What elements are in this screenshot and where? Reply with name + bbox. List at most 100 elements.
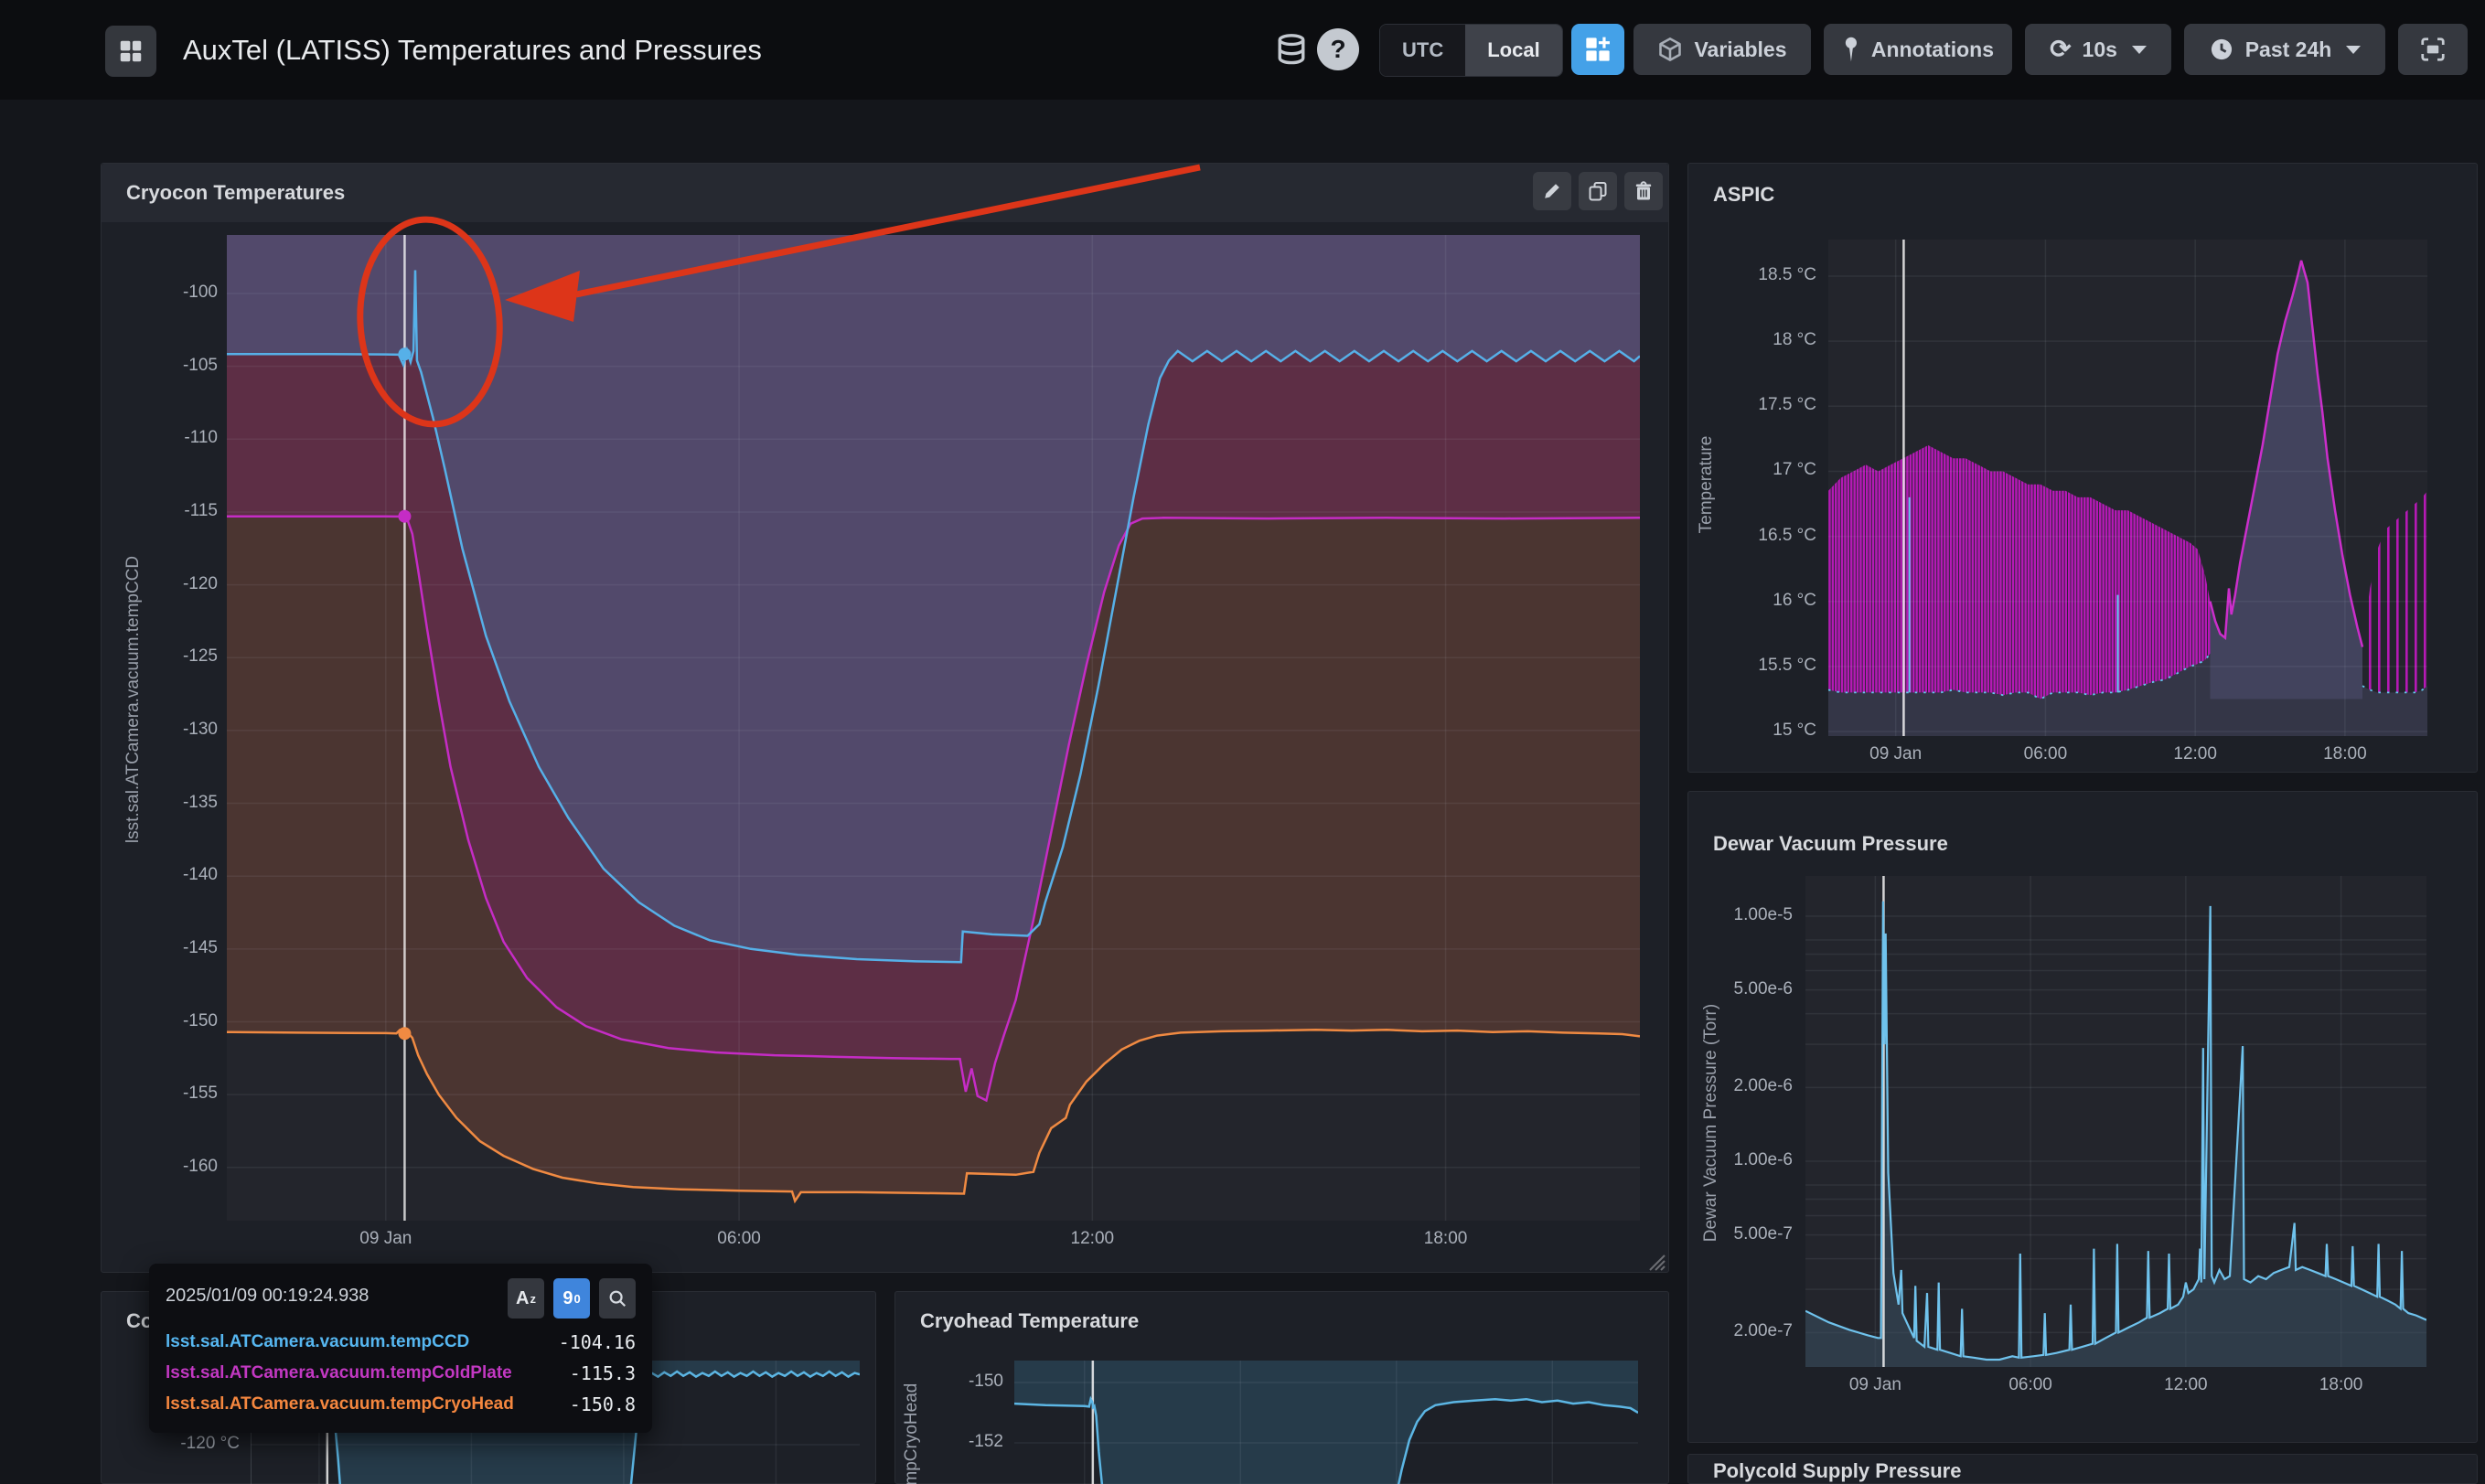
cryocon-y-tick: -150 — [137, 1011, 218, 1031]
copy-icon — [1587, 180, 1609, 202]
cryocon-y-tick: -135 — [137, 793, 218, 813]
tooltip-series-label: lsst.sal.ATCamera.vacuum.tempColdPlate — [166, 1363, 512, 1383]
time-range-button[interactable]: Past 24h — [2184, 24, 2385, 75]
aspic-y-tick: 15.5 °C — [1725, 656, 1816, 676]
dewar-chart[interactable] — [1805, 876, 2426, 1367]
panel-title-polycold[interactable]: Polycold Supply Pressure — [1713, 1459, 1961, 1483]
panel-resize-handle[interactable] — [1644, 1249, 1666, 1276]
cryocon-x-tick: 18:00 — [1391, 1229, 1501, 1249]
top-navigation-bar: AuxTel (LATISS) Temperatures and Pressur… — [0, 0, 2485, 100]
cryocon-y-tick: -120 — [137, 574, 218, 594]
dewar-y-tick: 1.00e-5 — [1692, 905, 1793, 925]
cryocon-y-tick: -110 — [137, 428, 218, 448]
variables-button[interactable]: Variables — [1633, 24, 1811, 75]
cryocon-y-tick: -100 — [137, 283, 218, 303]
search-icon — [607, 1288, 627, 1308]
cryocon-y-tick: -155 — [137, 1084, 218, 1104]
aspic-y-tick: 18 °C — [1725, 330, 1816, 350]
tooltip-series-list: lsst.sal.ATCamera.vacuum.tempCCD-104.16l… — [166, 1331, 636, 1415]
cryocon-y-tick: -140 — [137, 865, 218, 885]
dewar-x-tick: 12:00 — [2140, 1375, 2232, 1395]
aspic-chart[interactable] — [1828, 240, 2427, 736]
aspic-y-tick: 17.5 °C — [1725, 395, 1816, 415]
panel-title-cryocon[interactable]: Cryocon Temperatures — [126, 181, 345, 205]
add-panel-button[interactable] — [1571, 24, 1624, 75]
question-mark-icon: ? — [1330, 35, 1345, 64]
coldplate-y-tick: -120 °C — [139, 1434, 240, 1454]
database-icon — [1276, 33, 1307, 68]
panel-title-dewar[interactable]: Dewar Vacuum Pressure — [1713, 832, 1948, 856]
annotations-button[interactable]: Annotations — [1824, 24, 2012, 75]
cryocon-y-tick: -115 — [137, 501, 218, 521]
aspic-y-tick: 17 °C — [1725, 460, 1816, 480]
datasource-button[interactable] — [1273, 29, 1310, 71]
delete-panel-button[interactable] — [1624, 172, 1663, 210]
cube-icon — [1657, 37, 1683, 62]
aspic-x-tick: 18:00 — [2299, 744, 2391, 764]
tooltip-series-row: lsst.sal.ATCamera.vacuum.tempColdPlate -1… — [166, 1362, 636, 1384]
tooltip-sort-alpha-button[interactable]: Az — [508, 1278, 544, 1319]
cryocon-chart[interactable] — [227, 235, 1640, 1221]
aspic-y-tick: 15 °C — [1725, 721, 1816, 741]
tv-kiosk-icon — [2419, 36, 2447, 63]
dashboard: AuxTel (LATISS) Temperatures and Pressur… — [0, 0, 2485, 1484]
dewar-y-tick: 1.00e-6 — [1692, 1150, 1793, 1170]
panel-actions — [1533, 172, 1663, 210]
dewar-y-tick: 2.00e-6 — [1692, 1076, 1793, 1096]
tooltip-series-label: lsst.sal.ATCamera.vacuum.tempCCD — [166, 1332, 469, 1352]
cryocon-x-tick: 09 Jan — [331, 1229, 441, 1249]
chart-tooltip: 2025/01/09 00:19:24.938 Az 90 lsst.sal.A… — [149, 1264, 652, 1433]
tooltip-sort-numeric-button[interactable]: 90 — [553, 1278, 590, 1319]
cryocon-y-tick: -125 — [137, 646, 218, 667]
cryohead-y-tick: -152 — [939, 1432, 1003, 1452]
aspic-x-tick: 06:00 — [1999, 744, 2091, 764]
help-button[interactable]: ? — [1317, 28, 1359, 70]
aspic-x-tick: 09 Jan — [1850, 744, 1942, 764]
chevron-down-icon — [2132, 46, 2147, 54]
dewar-x-tick: 09 Jan — [1829, 1375, 1921, 1395]
aspic-x-tick: 12:00 — [2149, 744, 2241, 764]
grid-icon — [117, 37, 145, 65]
tooltip-timestamp: 2025/01/09 00:19:24.938 — [166, 1278, 369, 1307]
chevron-down-icon — [2346, 46, 2361, 54]
cryohead-chart[interactable] — [1014, 1361, 1638, 1484]
cryocon-y-tick: -130 — [137, 720, 218, 740]
dewar-y-axis-label: Dewar Vacuum Pressure (Torr) — [1701, 1004, 1721, 1242]
dashboards-grid-button[interactable] — [105, 26, 156, 77]
cryocon-x-tick: 12:00 — [1037, 1229, 1147, 1249]
pin-icon — [1842, 36, 1860, 63]
refresh-interval-label: 10s — [2083, 37, 2117, 62]
annotations-label: Annotations — [1871, 37, 1994, 62]
duplicate-panel-button[interactable] — [1579, 172, 1617, 210]
tooltip-series-label: lsst.sal.ATCamera.vacuum.tempCryoHead — [166, 1394, 514, 1415]
tooltip-series-row: lsst.sal.ATCamera.vacuum.tempCCD -104.16 — [166, 1331, 636, 1353]
refresh-icon: ⟳ — [2050, 37, 2071, 62]
tooltip-search-button[interactable] — [599, 1278, 636, 1319]
refresh-interval-button[interactable]: ⟳ 10s — [2025, 24, 2171, 75]
dewar-y-tick: 2.00e-7 — [1692, 1321, 1793, 1341]
pencil-icon — [1541, 180, 1563, 202]
edit-panel-button[interactable] — [1533, 172, 1571, 210]
clock-icon — [2209, 37, 2234, 62]
tooltip-series-value: -150.8 — [570, 1393, 636, 1415]
aspic-y-tick: 16 °C — [1725, 591, 1816, 611]
tooltip-series-row: lsst.sal.ATCamera.vacuum.tempCryoHead -15… — [166, 1393, 636, 1415]
dewar-x-tick: 18:00 — [2296, 1375, 2387, 1395]
cryocon-y-tick: -145 — [137, 938, 218, 958]
dashboard-title: AuxTel (LATISS) Temperatures and Pressur… — [183, 0, 762, 100]
tooltip-series-value: -104.16 — [559, 1331, 636, 1353]
cryohead-y-axis-label: lsst.sal.ATCamera.vacuum.tempCryoHead — [902, 1383, 922, 1484]
tooltip-series-value: -115.3 — [570, 1362, 636, 1384]
panel-title-cryohead[interactable]: Cryohead Temperature — [920, 1309, 1139, 1333]
aspic-y-tick: 18.5 °C — [1725, 265, 1816, 285]
cryohead-y-tick: -150 — [939, 1372, 1003, 1392]
timezone-toggle: UTC Local — [1379, 24, 1563, 77]
timezone-local-button[interactable]: Local — [1465, 25, 1561, 76]
kiosk-mode-button[interactable] — [2398, 24, 2468, 75]
panel-title-aspic[interactable]: ASPIC — [1713, 183, 1774, 207]
timezone-utc-button[interactable]: UTC — [1380, 25, 1465, 76]
cryocon-x-tick: 06:00 — [684, 1229, 794, 1249]
aspic-y-axis-label: Temperature — [1697, 436, 1717, 534]
dewar-x-tick: 06:00 — [1985, 1375, 2076, 1395]
add-panel-icon — [1583, 35, 1612, 64]
